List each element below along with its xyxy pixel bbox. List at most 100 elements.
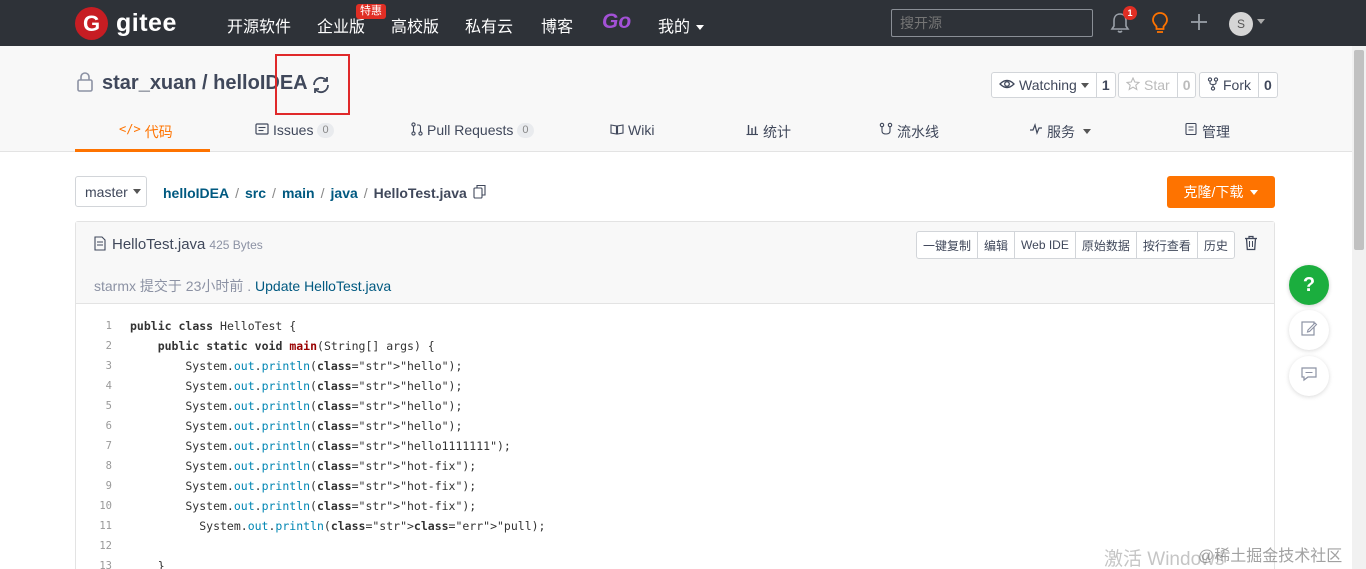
code-line: 13 } xyxy=(76,556,1274,569)
blame-button[interactable]: 按行查看 xyxy=(1137,232,1198,258)
line-number[interactable]: 11 xyxy=(86,516,112,536)
watch-button[interactable]: Watching 1 xyxy=(991,72,1116,98)
nav-blog[interactable]: 博客 xyxy=(541,13,573,37)
line-number[interactable]: 5 xyxy=(86,396,112,416)
wiki-icon xyxy=(610,122,624,139)
code-text: System.out.println(class="str">"hello"); xyxy=(130,359,463,373)
breadcrumb-java[interactable]: java xyxy=(331,185,358,201)
code-text: System.out.println(class="str">"hot-fix"… xyxy=(130,479,477,493)
edit-button[interactable]: 编辑 xyxy=(978,232,1016,258)
edit-note-icon xyxy=(1300,319,1318,342)
history-button[interactable]: 历史 xyxy=(1198,232,1234,258)
line-number[interactable]: 1 xyxy=(86,316,112,336)
copy-icon[interactable] xyxy=(473,184,486,202)
juejin-watermark: @稀土掘金技术社区 xyxy=(1198,548,1343,565)
tab-service[interactable]: 服务 xyxy=(1029,116,1091,152)
watch-count[interactable]: 1 xyxy=(1097,73,1115,97)
last-commit-info: starmx 提交于 23小时前 . Update HelloTest.java xyxy=(94,276,391,296)
code-text: public static void main(String[] args) { xyxy=(157,339,435,353)
star-count[interactable]: 0 xyxy=(1178,73,1196,97)
code-text: System.out.println(class="str">"hello111… xyxy=(130,439,511,453)
tab-pull-requests-label: Pull Requests xyxy=(427,122,514,138)
code-line: 11 System.out.println(class="str">class=… xyxy=(76,516,1274,536)
nav-private-cloud[interactable]: 私有云 xyxy=(465,13,513,37)
plus-icon[interactable] xyxy=(1189,11,1209,38)
commit-message-link[interactable]: Update HelloTest.java xyxy=(255,278,391,294)
star-button-main[interactable]: Star xyxy=(1119,73,1178,97)
code-text: } xyxy=(130,559,165,569)
nav-go[interactable]: Go xyxy=(602,10,631,34)
gitee-logo[interactable]: G gitee xyxy=(75,7,177,40)
watch-button-main[interactable]: Watching xyxy=(992,73,1097,97)
fork-count[interactable]: 0 xyxy=(1259,73,1277,97)
tab-manage[interactable]: 管理 xyxy=(1184,116,1230,152)
code-line: 2 public static void main(String[] args)… xyxy=(76,336,1274,356)
star-button[interactable]: Star 0 xyxy=(1118,72,1197,98)
code-line: 8 System.out.println(class="str">"hot-fi… xyxy=(76,456,1274,476)
search-input[interactable] xyxy=(891,9,1093,37)
clone-download-button[interactable]: 克隆/下载 xyxy=(1167,176,1275,208)
chevron-down-icon xyxy=(1250,189,1259,195)
breadcrumb-main[interactable]: main xyxy=(282,185,315,201)
avatar[interactable]: S xyxy=(1229,12,1253,36)
chevron-down-icon xyxy=(1083,129,1091,134)
nav-open-source[interactable]: 开源软件 xyxy=(227,13,291,37)
fork-label: Fork xyxy=(1223,77,1251,93)
tab-pull-requests[interactable]: Pull Requests 0 xyxy=(411,116,534,152)
raw-button[interactable]: 原始数据 xyxy=(1076,232,1137,258)
tab-manage-label: 管理 xyxy=(1202,124,1230,140)
breadcrumb-separator: / xyxy=(235,185,240,201)
copy-all-button[interactable]: 一键复制 xyxy=(917,232,979,258)
line-number[interactable]: 4 xyxy=(86,376,112,396)
line-number[interactable]: 9 xyxy=(86,476,112,496)
feedback-button[interactable] xyxy=(1289,310,1329,350)
line-number[interactable]: 6 xyxy=(86,416,112,436)
fork-icon xyxy=(1207,76,1219,94)
tab-issues[interactable]: Issues 0 xyxy=(255,116,334,152)
breadcrumb-src[interactable]: src xyxy=(245,185,266,201)
fork-button-main[interactable]: Fork xyxy=(1200,73,1259,97)
tab-wiki-label: Wiki xyxy=(628,122,655,138)
trash-icon[interactable] xyxy=(1244,235,1258,256)
notification-badge: 1 xyxy=(1123,6,1137,20)
gitee-logo-mark: G xyxy=(75,7,108,40)
chevron-down-icon[interactable] xyxy=(1257,19,1265,24)
lightbulb-icon[interactable] xyxy=(1150,11,1170,40)
code-line: 3 System.out.println(class="str">"hello"… xyxy=(76,356,1274,376)
line-number[interactable]: 13 xyxy=(86,556,112,569)
fork-button[interactable]: Fork 0 xyxy=(1199,72,1278,98)
star-label: Star xyxy=(1144,77,1170,93)
line-number[interactable]: 2 xyxy=(86,336,112,356)
tab-pipeline-label: 流水线 xyxy=(897,124,939,140)
chat-button[interactable] xyxy=(1289,356,1329,396)
page-scrollbar-thumb[interactable] xyxy=(1354,50,1364,250)
gitee-logo-text: gitee xyxy=(116,9,177,37)
code-line: 4 System.out.println(class="str">"hello"… xyxy=(76,376,1274,396)
line-number[interactable]: 8 xyxy=(86,456,112,476)
breadcrumb-separator: / xyxy=(320,185,325,201)
line-number[interactable]: 7 xyxy=(86,436,112,456)
nav-mine-menu[interactable]: 我的 xyxy=(658,13,705,37)
nav-university[interactable]: 高校版 xyxy=(391,13,439,37)
code-line: 10 System.out.println(class="str">"hot-f… xyxy=(76,496,1274,516)
tab-wiki[interactable]: Wiki xyxy=(610,116,654,152)
tab-pipeline[interactable]: 流水线 xyxy=(879,116,939,152)
chevron-down-icon xyxy=(1080,82,1089,88)
branch-selector[interactable]: master xyxy=(75,176,147,207)
code-text: System.out.println(class="str">"hello"); xyxy=(130,419,463,433)
line-number[interactable]: 12 xyxy=(86,536,112,556)
code-text: System.out.println(class="str">"hot-fix"… xyxy=(130,499,477,513)
breadcrumb-repo[interactable]: helloIDEA xyxy=(163,185,229,201)
code-text: System.out.println(class="str">"hello"); xyxy=(130,399,463,413)
star-icon xyxy=(1125,76,1141,94)
chat-icon xyxy=(1300,366,1318,387)
web-ide-button[interactable]: Web IDE xyxy=(1015,232,1076,258)
line-number[interactable]: 10 xyxy=(86,496,112,516)
line-number[interactable]: 3 xyxy=(86,356,112,376)
tab-code[interactable]: </> 代码 xyxy=(75,116,210,152)
file-size: 425 Bytes xyxy=(209,238,263,252)
help-button[interactable]: ? xyxy=(1289,265,1329,305)
tab-issues-count: 0 xyxy=(317,123,334,138)
tab-stats[interactable]: 统计 xyxy=(745,116,791,152)
file-name-text: HelloTest.java xyxy=(112,236,206,253)
